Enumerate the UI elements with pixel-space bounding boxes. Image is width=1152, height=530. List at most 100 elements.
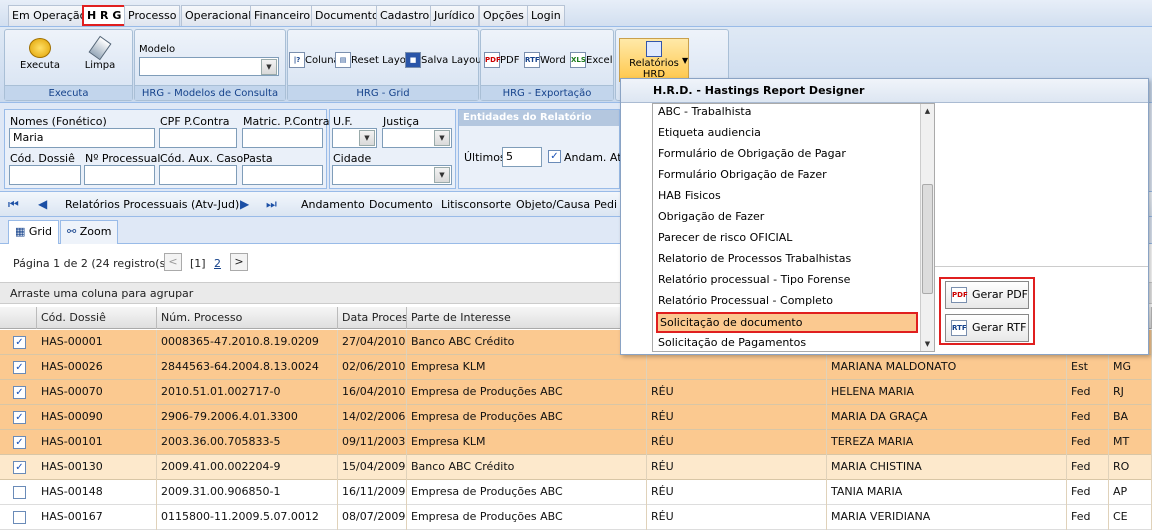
nav-link-litisconsorte[interactable]: Litisconsorte xyxy=(441,198,511,211)
report-item[interactable]: Relatório processual - Tipo Forense xyxy=(656,270,918,291)
reset-layout-button[interactable]: ▤ Reset Layout xyxy=(335,52,416,68)
report-item[interactable]: Formulário Obrigação de Fazer xyxy=(656,165,918,186)
table-row[interactable]: HAS-00167 0115800-11.2009.5.07.0012 08/07/… xyxy=(0,505,1152,530)
cod-dossie-label: Cód. Dossiê xyxy=(10,152,75,165)
previous-record-icon[interactable]: ◀ xyxy=(38,197,47,211)
table-row[interactable]: ✓ HAS-00130 2009.41.00.002204-9 15/04/2009 B… xyxy=(0,455,1152,480)
ribbon-group-caption: HRG - Grid xyxy=(288,85,478,100)
report-item[interactable]: HAB Fisicos xyxy=(656,186,918,207)
nav-link-objeto-causa[interactable]: Objeto/Causa xyxy=(516,198,590,211)
matric-input[interactable] xyxy=(242,128,323,148)
coluna-button[interactable]: |? Coluna xyxy=(289,52,340,68)
first-record-icon[interactable]: ⏮ xyxy=(8,197,19,212)
word-button[interactable]: RTFWord xyxy=(524,52,566,68)
menu-login[interactable]: Login xyxy=(527,5,565,26)
menu-cadastro[interactable]: Cadastro xyxy=(376,5,434,26)
table-row[interactable]: HAS-00148 2009.31.00.906850-1 16/11/2009 Em… xyxy=(0,480,1152,505)
num-processual-input[interactable] xyxy=(84,165,155,185)
scroll-down-icon[interactable]: ▼ xyxy=(921,337,934,351)
cidade-select[interactable]: ▼ xyxy=(332,165,452,185)
cell-processo: 2009.31.00.906850-1 xyxy=(157,480,338,505)
report-item[interactable]: Solicitação de documento xyxy=(656,312,918,333)
header-parte-interesse[interactable]: Parte de Interesse xyxy=(407,307,647,329)
menu-hrg[interactable]: H R G xyxy=(82,5,127,26)
pager-prev-button[interactable]: < xyxy=(164,253,182,271)
menu-juridico[interactable]: Jurídico xyxy=(430,5,479,26)
eraser-icon xyxy=(88,35,112,61)
report-item[interactable]: Parecer de risco OFICIAL xyxy=(656,228,918,249)
nav-link-andamento[interactable]: Andamento xyxy=(301,198,365,211)
cod-aux-input[interactable] xyxy=(159,165,237,185)
justica-select[interactable]: ▼ xyxy=(382,128,452,148)
menu-processo[interactable]: Processo xyxy=(124,5,181,26)
cell-esfera: Fed xyxy=(1067,480,1109,505)
relatorios-hrd-button[interactable]: Relatórios HRD xyxy=(619,38,689,82)
menu-documento[interactable]: Documento xyxy=(311,5,383,26)
table-row[interactable]: ✓ HAS-00090 2906-79.2006.4.01.3300 14/02/20… xyxy=(0,405,1152,430)
menu-operacional[interactable]: Operacional xyxy=(181,5,256,26)
next-record-icon[interactable]: ▶ xyxy=(240,197,249,211)
cpf-input[interactable] xyxy=(159,128,237,148)
tab-grid[interactable]: ▦ Grid xyxy=(8,220,59,244)
row-checkbox[interactable]: ✓ xyxy=(13,436,26,449)
report-list-scrollbar[interactable]: ▲ ▼ xyxy=(920,104,934,351)
report-list[interactable]: ABC - Trabalhista Etiqueta audiencia Formu… xyxy=(652,103,935,352)
modelo-select[interactable]: ▼ xyxy=(139,57,279,76)
report-item[interactable]: Obrigação de Fazer xyxy=(656,207,918,228)
row-checkbox[interactable]: ✓ xyxy=(13,361,26,374)
salva-layout-button[interactable]: ■ Salva Layout xyxy=(405,52,485,68)
cell-parte: Empresa de Produções ABC xyxy=(407,380,647,405)
row-checkbox[interactable]: ✓ xyxy=(13,336,26,349)
tab-zoom[interactable]: ⚯ Zoom xyxy=(60,220,119,244)
report-item[interactable]: Etiqueta audiencia xyxy=(656,123,918,144)
report-item[interactable]: Solicitação de Pagamentos xyxy=(656,333,918,351)
report-item[interactable]: Relatório Processual - Completo xyxy=(656,291,918,312)
nav-link-documento[interactable]: Documento xyxy=(369,198,433,211)
gerar-pdf-button[interactable]: PDF Gerar PDF xyxy=(945,281,1029,309)
menu-financeiro[interactable]: Financeiro xyxy=(250,5,315,26)
table-row[interactable]: ✓ HAS-00026 2844563-64.2004.8.13.0024 02/06… xyxy=(0,355,1152,380)
report-item[interactable]: Formulário de Obrigação de Pagar xyxy=(656,144,918,165)
menu-em-operacao[interactable]: Em Operação xyxy=(8,5,91,26)
scroll-thumb[interactable] xyxy=(922,184,933,294)
row-checkbox[interactable] xyxy=(13,511,26,524)
menu-opcoes[interactable]: Opções xyxy=(479,5,528,26)
cell-dossie: HAS-00090 xyxy=(37,405,157,430)
row-checkbox[interactable]: ✓ xyxy=(13,461,26,474)
executa-button[interactable]: Executa xyxy=(15,38,65,71)
last-record-icon[interactable]: ⏭ xyxy=(266,197,277,212)
cidade-label: Cidade xyxy=(333,152,372,165)
ultimos-input[interactable]: 5 xyxy=(502,147,542,167)
table-row[interactable]: ✓ HAS-00101 2003.36.00.705833-5 09/11/2003 E… xyxy=(0,430,1152,455)
report-item[interactable]: Relatorio de Processos Trabalhistas xyxy=(656,249,918,270)
binoculars-icon: ⚯ xyxy=(67,225,77,238)
pasta-input[interactable] xyxy=(242,165,323,185)
scroll-up-icon[interactable]: ▲ xyxy=(921,104,934,118)
cod-dossie-input[interactable] xyxy=(9,165,81,185)
pager-page-2[interactable]: 2 xyxy=(214,257,221,270)
uf-select[interactable]: ▼ xyxy=(332,128,377,148)
report-item[interactable]: ABC - Trabalhista xyxy=(656,104,918,123)
cell-data: 15/04/2009 xyxy=(338,455,407,480)
hrd-dropdown-icon[interactable]: ▼ xyxy=(682,56,688,65)
limpa-button[interactable]: Limpa xyxy=(75,35,125,71)
header-num-processo[interactable]: Núm. Processo xyxy=(157,307,338,329)
cell-nome: MARIANA MALDONATO xyxy=(827,355,1067,380)
cell-papel: RÉU xyxy=(647,380,827,405)
andam-checkbox[interactable]: ✓ xyxy=(548,150,561,163)
nav-link-pedido[interactable]: Pedi xyxy=(594,198,617,211)
pdf-button[interactable]: PDFPDF xyxy=(484,52,519,68)
header-cod-dossie[interactable]: Cód. Dossiê xyxy=(37,307,157,329)
gerar-rtf-button[interactable]: RTF Gerar RTF xyxy=(945,314,1029,342)
cell-data: 16/04/2010 xyxy=(338,380,407,405)
row-checkbox[interactable]: ✓ xyxy=(13,386,26,399)
cell-data: 02/06/2010 xyxy=(338,355,407,380)
excel-button[interactable]: XLSExcel xyxy=(570,52,613,68)
pager-next-button[interactable]: > xyxy=(230,253,248,271)
header-data-process[interactable]: Data Process xyxy=(338,307,407,329)
nomes-input[interactable]: Maria xyxy=(9,128,155,148)
row-checkbox[interactable] xyxy=(13,486,26,499)
table-row[interactable]: ✓ HAS-00070 2010.51.01.002717-0 16/04/2010 E… xyxy=(0,380,1152,405)
popup-divider xyxy=(935,266,1148,267)
row-checkbox[interactable]: ✓ xyxy=(13,411,26,424)
